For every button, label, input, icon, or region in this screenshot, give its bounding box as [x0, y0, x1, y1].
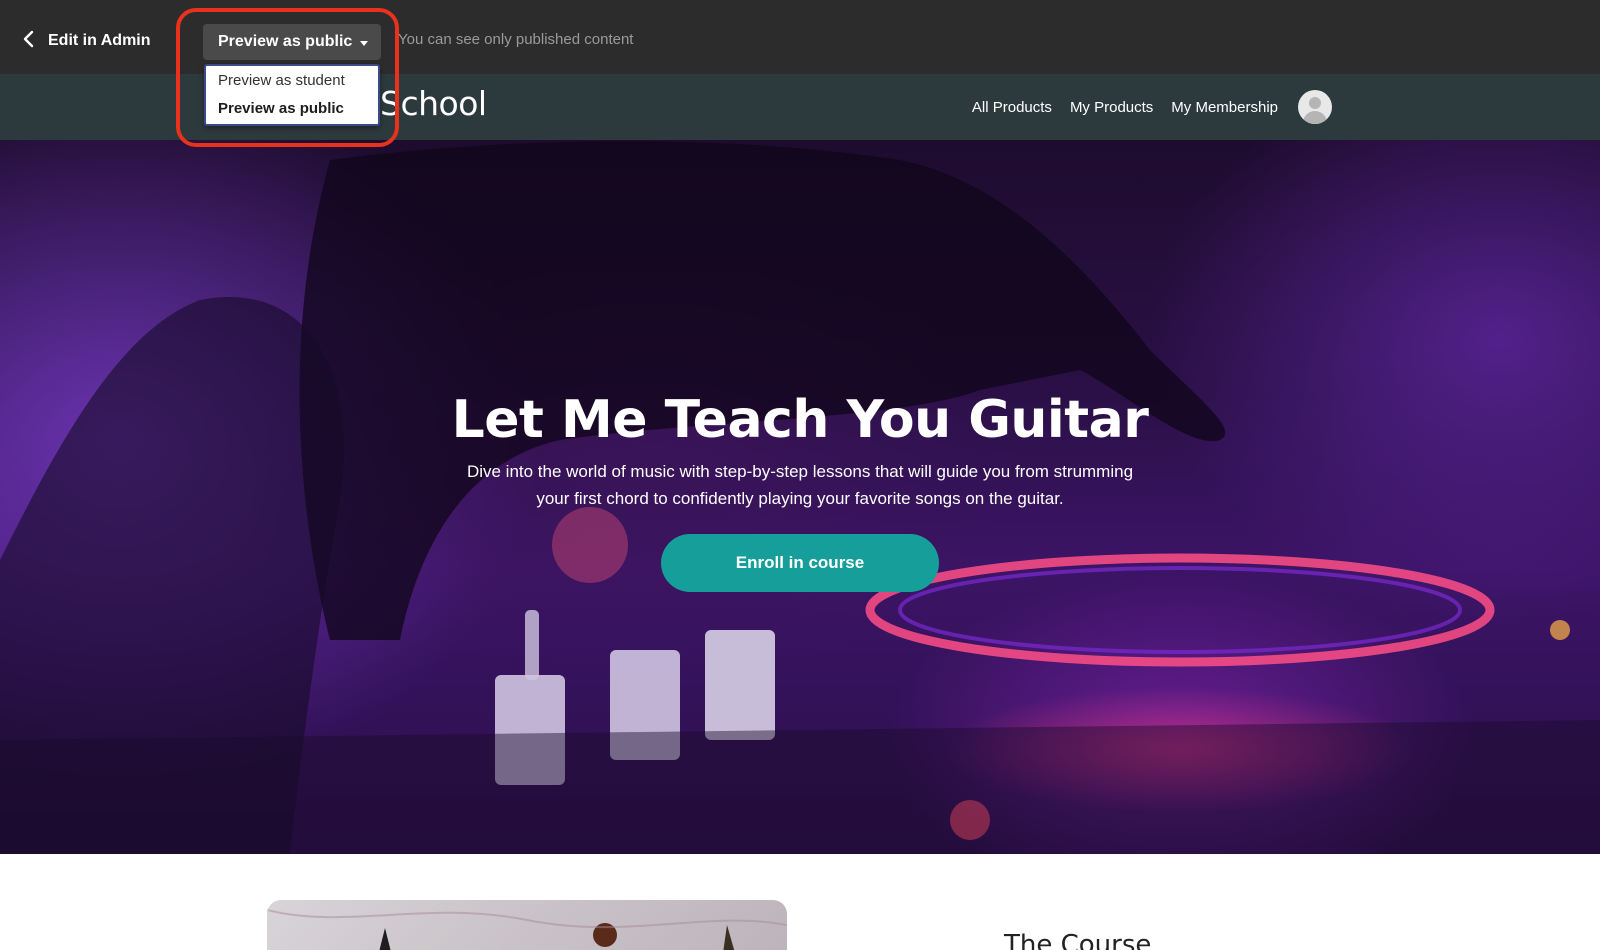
course-image-art [267, 909, 787, 950]
option-preview-as-public[interactable]: Preview as public [218, 100, 344, 117]
avatar-head-shape [1309, 97, 1321, 109]
avatar-body-shape [1303, 111, 1327, 124]
site-logo[interactable]: School [380, 84, 487, 123]
preview-note: You can see only published content [398, 31, 634, 48]
preview-mode-selected: Preview as public [218, 33, 353, 50]
chevron-left-icon [22, 30, 36, 53]
edit-in-admin-link[interactable]: Edit in Admin [22, 26, 151, 56]
hero-subtitle: Dive into the world of music with step-b… [466, 462, 1134, 508]
edit-in-admin-label: Edit in Admin [48, 32, 151, 49]
enroll-in-course-button[interactable]: Enroll in course [661, 534, 939, 592]
nav-my-products[interactable]: My Products [1070, 99, 1153, 116]
hero-content: Let Me Teach You Guitar Dive into the wo… [0, 390, 1600, 592]
caret-down-icon [360, 40, 369, 46]
site-nav: All Products My Products My Membership [972, 74, 1332, 140]
hero-banner: Let Me Teach You Guitar Dive into the wo… [0, 140, 1600, 854]
admin-preview-bar: Edit in Admin Preview as public You can … [0, 0, 1600, 74]
nav-all-products[interactable]: All Products [972, 99, 1052, 116]
preview-mode-dropdown: Preview as student Preview as public [204, 64, 380, 126]
avatar[interactable] [1298, 90, 1332, 124]
preview-mode-select[interactable]: Preview as public [203, 24, 381, 60]
nav-my-membership[interactable]: My Membership [1171, 99, 1278, 116]
course-section-heading: The Course [1004, 930, 1152, 950]
hero-title: Let Me Teach You Guitar [451, 390, 1149, 450]
option-preview-as-student[interactable]: Preview as student [218, 72, 345, 89]
course-image [267, 900, 787, 950]
